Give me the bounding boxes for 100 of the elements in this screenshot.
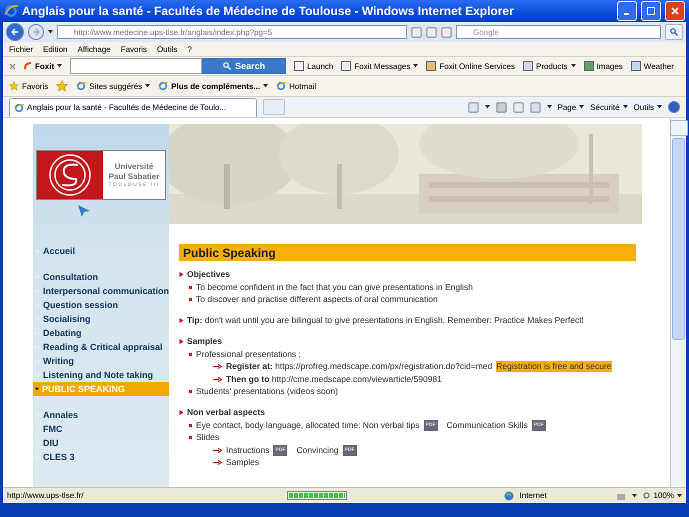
- bullet-icon: [189, 298, 192, 301]
- caret-icon[interactable]: [48, 30, 53, 34]
- browser-icon: [158, 81, 168, 91]
- command-button[interactable]: Outils: [634, 102, 662, 112]
- nav-link[interactable]: Accueil: [33, 244, 169, 258]
- zoom-button[interactable]: 100%: [642, 491, 682, 500]
- caret-icon[interactable]: [546, 105, 552, 109]
- logo-emblem-icon: [48, 153, 92, 197]
- list-text: Eye contact, body language, allocated time: Non verbal tips: [196, 420, 420, 430]
- search-button[interactable]: Search: [202, 58, 286, 74]
- nav-link[interactable]: Interpersonal communication: [33, 284, 169, 298]
- toolbar-button[interactable]: Images: [584, 61, 623, 71]
- list-text: Convincing: [296, 444, 339, 456]
- toolbar-button[interactable]: Foxit Messages: [341, 61, 418, 71]
- list-text: Samples: [226, 457, 260, 468]
- window-title: Anglais pour la santé - Facultés de Médecine de Toulouse - Windows Internet Explorer: [22, 4, 515, 18]
- nav-link[interactable]: Reading & Critical appraisal: [33, 340, 169, 354]
- foxit-logo[interactable]: Foxit: [24, 62, 62, 70]
- favorites-link[interactable]: Sites suggérés: [76, 81, 150, 91]
- caret-icon[interactable]: [657, 105, 662, 109]
- caret-icon[interactable]: [677, 494, 682, 498]
- close-icon[interactable]: [9, 62, 16, 70]
- close-button[interactable]: [665, 1, 685, 21]
- back-arrow-icon[interactable]: [11, 28, 19, 36]
- triangle-icon: [179, 339, 184, 344]
- star-icon[interactable]: [9, 81, 19, 91]
- toolbar-icon[interactable]: [341, 61, 352, 71]
- back-button[interactable]: [6, 23, 24, 41]
- nav-link[interactable]: FMC: [33, 422, 169, 436]
- toolbar-icon[interactable]: [294, 61, 304, 71]
- toolbar-button[interactable]: Weather: [630, 61, 674, 71]
- menu-item[interactable]: ?: [187, 44, 192, 54]
- progress-bar: [287, 491, 348, 500]
- status-url: http://www.ups-tlse.fr/: [7, 491, 84, 500]
- browser-icon: [14, 102, 24, 112]
- maximize-icon[interactable]: [647, 7, 655, 15]
- toolbar-icon[interactable]: [630, 61, 641, 71]
- list-text: Professional presentations :: [196, 348, 301, 360]
- minimize-button[interactable]: [617, 1, 637, 21]
- menu-item[interactable]: Favoris: [120, 44, 147, 54]
- nav-link[interactable]: CLES 3: [33, 450, 169, 464]
- toolbar-icon[interactable]: [522, 61, 533, 71]
- browser-icon: [76, 81, 86, 91]
- browser-icon: [4, 4, 18, 18]
- swirl-icon[interactable]: [24, 62, 32, 70]
- scrollbar-thumb[interactable]: [672, 138, 685, 340]
- nav-link[interactable]: Socialising: [33, 312, 169, 326]
- caret-icon[interactable]: [413, 64, 418, 68]
- nav-link[interactable]: Debating: [33, 326, 169, 340]
- toolbar-icon[interactable]: [426, 61, 436, 71]
- command-button[interactable]: Page: [558, 102, 584, 112]
- search-icon[interactable]: [223, 62, 232, 70]
- search-button[interactable]: [665, 24, 683, 40]
- caret-icon[interactable]: [579, 105, 584, 109]
- nav-link[interactable]: Annales: [33, 408, 169, 422]
- browser-icon: [276, 81, 286, 91]
- caret-icon[interactable]: [57, 64, 62, 68]
- arrow-icon: [213, 376, 222, 382]
- favorites-button[interactable]: Favoris: [9, 81, 48, 91]
- tip-text: Tip: don't wait until you are bilingual to give presentations in English. Remember: Practice Makes Perfect!: [187, 315, 584, 326]
- menu-item[interactable]: Fichier: [9, 44, 34, 54]
- nav-link[interactable]: Writing: [33, 354, 169, 368]
- caret-icon[interactable]: [145, 84, 150, 88]
- favorites-link[interactable]: Hotmail: [276, 81, 316, 91]
- menu-item[interactable]: Outils: [156, 44, 178, 54]
- maximize-button[interactable]: [641, 1, 661, 21]
- toolbar-button[interactable]: Products: [522, 61, 576, 71]
- toolbar-search-field[interactable]: [70, 58, 202, 74]
- arrow-icon: [213, 364, 222, 369]
- caret-icon[interactable]: [484, 105, 490, 109]
- section-title: Samples: [187, 336, 222, 347]
- toolbar-button[interactable]: Foxit Online Services: [426, 61, 515, 71]
- star-icon[interactable]: [56, 80, 68, 92]
- arrow-icon: [77, 204, 91, 218]
- bullet-icon: [189, 286, 192, 288]
- caret-icon[interactable]: [632, 494, 637, 498]
- menu-item[interactable]: Affichage: [77, 44, 111, 54]
- caret-icon[interactable]: [570, 64, 576, 68]
- search-icon[interactable]: [670, 28, 678, 36]
- list-text: Students' presentations (videos soon): [196, 386, 338, 397]
- nav-link[interactable]: DIU: [33, 436, 169, 450]
- nav-link[interactable]: Listening and Note taking: [33, 368, 169, 382]
- command-button[interactable]: Sécurité: [590, 102, 628, 112]
- bullet-icon: [189, 390, 192, 393]
- list-text: Communication Skills: [446, 420, 528, 430]
- caret-icon[interactable]: [622, 105, 628, 109]
- globe-icon: [504, 490, 514, 500]
- browser-tab[interactable]: Anglais pour la santé - Facultés de Médecine de Toulo...: [9, 98, 257, 116]
- security-zone: Internet: [520, 491, 548, 500]
- list-text: Slides: [196, 432, 220, 443]
- address-field[interactable]: http://www.medecine.ups-tlse.fr/anglais/index.php?pg=5: [57, 25, 407, 39]
- triangle-icon: [179, 272, 184, 277]
- menu-item[interactable]: Edition: [43, 44, 68, 54]
- caret-icon[interactable]: [263, 84, 268, 88]
- nav-link[interactable]: Consultation: [33, 270, 169, 284]
- toolbar-icon[interactable]: [584, 61, 594, 71]
- list-text: Register at: https://profreg.medscape.com/px/registration.do?cid=med: [226, 361, 492, 372]
- favorites-link[interactable]: Plus de compléments...: [158, 81, 268, 91]
- nav-link[interactable]: Question session: [33, 298, 169, 312]
- toolbar-button[interactable]: Launch: [294, 61, 334, 71]
